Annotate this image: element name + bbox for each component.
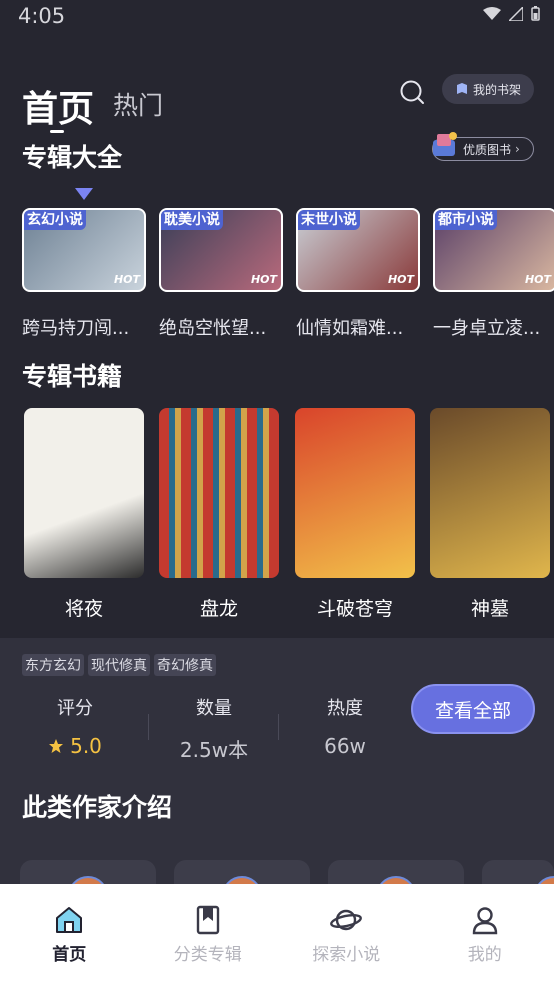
album-name: 跨马持刀闯... <box>22 318 130 339</box>
heat-label: 热度 <box>327 698 363 719</box>
tab-hot[interactable]: 热门 <box>113 86 163 122</box>
rating-value-row: 5.0 <box>20 734 130 758</box>
wifi-icon <box>483 6 501 20</box>
book-card[interactable]: 斗破苍穹 <box>295 408 415 621</box>
album-name: 绝岛空怅望... <box>159 318 267 339</box>
nav-category[interactable]: 分类专辑 <box>139 884 278 984</box>
nav-explore-label: 探索小说 <box>312 945 381 965</box>
album-genre: 末世小说 <box>298 210 360 230</box>
nav-mine-label: 我的 <box>467 945 502 965</box>
book-card[interactable]: 神墓 <box>430 408 550 621</box>
books-section-title: 专辑书籍 <box>22 362 123 391</box>
bookshelf-icon <box>456 83 467 94</box>
albums-section-title: 专辑大全 <box>22 143 123 172</box>
tag-list: 东方玄幻 现代修真 奇幻修真 <box>22 654 216 676</box>
bookmark-icon <box>196 905 219 935</box>
book-cover <box>24 408 144 578</box>
star-icon <box>49 739 64 753</box>
selection-pointer <box>75 188 93 200</box>
tab-home[interactable]: 首页 <box>22 80 94 132</box>
book-title: 盘龙 <box>199 598 238 620</box>
count-stat: 数量 2.5w本 <box>159 694 269 763</box>
header: 首页 热门 我的书架 <box>0 70 554 140</box>
book-cover <box>430 408 550 578</box>
home-icon <box>56 907 83 933</box>
quality-books-label: 优质图书 <box>463 142 512 157</box>
count-value: 2.5w本 <box>179 738 249 762</box>
album-thumbnail: 耽美小说 HOT <box>159 208 283 292</box>
album-hot-badge: HOT <box>524 273 551 286</box>
genre-tag[interactable]: 现代修真 <box>88 654 150 676</box>
heat-value: 66w <box>324 734 366 758</box>
book-title: 神墓 <box>470 598 509 620</box>
book-badge-icon <box>433 132 457 156</box>
book-card[interactable]: 将夜 <box>24 408 144 621</box>
search-icon[interactable] <box>398 78 426 106</box>
status-time: 4:05 <box>18 4 66 28</box>
album-thumbnail: 末世小说 HOT <box>296 208 420 292</box>
planet-icon <box>330 909 363 931</box>
nav-explore[interactable]: 探索小说 <box>277 884 416 984</box>
album-card[interactable]: 玄幻小说 HOT 跨马持刀闯... <box>22 208 146 340</box>
stat-divider <box>278 714 279 740</box>
tab-home-indicator <box>50 130 64 133</box>
nav-mine[interactable]: 我的 <box>416 884 554 984</box>
view-all-button[interactable]: 查看全部 <box>411 684 535 734</box>
album-name: 一身卓立凌... <box>433 318 541 339</box>
bottom-nav: 首页 分类专辑 探索小说 我的 <box>0 884 554 984</box>
rating-stat: 评分 5.0 <box>20 694 130 758</box>
bookshelf-button[interactable]: 我的书架 <box>442 74 534 104</box>
album-hot-badge: HOT <box>113 273 140 286</box>
album-card[interactable]: 耽美小说 HOT 绝岛空怅望... <box>159 208 283 340</box>
quality-books-button[interactable]: 优质图书 › <box>432 132 534 161</box>
book-title: 斗破苍穹 <box>316 598 393 620</box>
book-cover <box>159 408 279 578</box>
album-name: 仙情如霜难... <box>296 318 404 339</box>
authors-section-title: 此类作家介绍 <box>22 793 173 822</box>
album-thumbnail: 玄幻小说 HOT <box>22 208 146 292</box>
heat-stat: 热度 66w <box>290 694 400 758</box>
album-card[interactable]: 都市小说 HOT 一身卓立凌... <box>433 208 554 340</box>
album-genre: 玄幻小说 <box>24 210 86 230</box>
nav-home-label: 首页 <box>52 945 87 965</box>
count-label: 数量 <box>196 698 232 719</box>
album-hot-badge: HOT <box>250 273 277 286</box>
genre-tag[interactable]: 奇幻修真 <box>154 654 216 676</box>
chevron-right-icon: › <box>515 142 520 156</box>
book-title: 将夜 <box>64 598 103 620</box>
genre-tag[interactable]: 东方玄幻 <box>22 654 84 676</box>
album-card[interactable]: 末世小说 HOT 仙情如霜难... <box>296 208 420 340</box>
album-list: 玄幻小说 HOT 跨马持刀闯... 耽美小说 HOT 绝岛空怅望... 末世小说… <box>22 208 554 340</box>
book-card[interactable]: 盘龙 <box>159 408 279 621</box>
status-bar: 4:05 <box>0 0 554 34</box>
info-panel: 东方玄幻 现代修真 奇幻修真 评分 5.0 数量 2.5w本 热度 66w 查看… <box>0 638 554 890</box>
signal-icon <box>509 6 523 21</box>
stat-divider <box>148 714 149 740</box>
album-hot-badge: HOT <box>387 273 414 286</box>
album-genre: 耽美小说 <box>161 210 223 230</box>
album-genre: 都市小说 <box>435 210 497 230</box>
album-thumbnail: 都市小说 HOT <box>433 208 554 292</box>
rating-value: 5.0 <box>70 734 102 758</box>
bookshelf-label: 我的书架 <box>472 82 521 97</box>
rating-label: 评分 <box>57 698 93 719</box>
book-list: 将夜 盘龙 斗破苍穹 神墓 <box>24 408 554 628</box>
nav-home[interactable]: 首页 <box>0 884 139 984</box>
status-icons <box>483 6 540 21</box>
book-cover <box>295 408 415 578</box>
user-icon <box>472 907 497 935</box>
battery-icon <box>531 6 540 21</box>
nav-category-label: 分类专辑 <box>173 945 242 965</box>
